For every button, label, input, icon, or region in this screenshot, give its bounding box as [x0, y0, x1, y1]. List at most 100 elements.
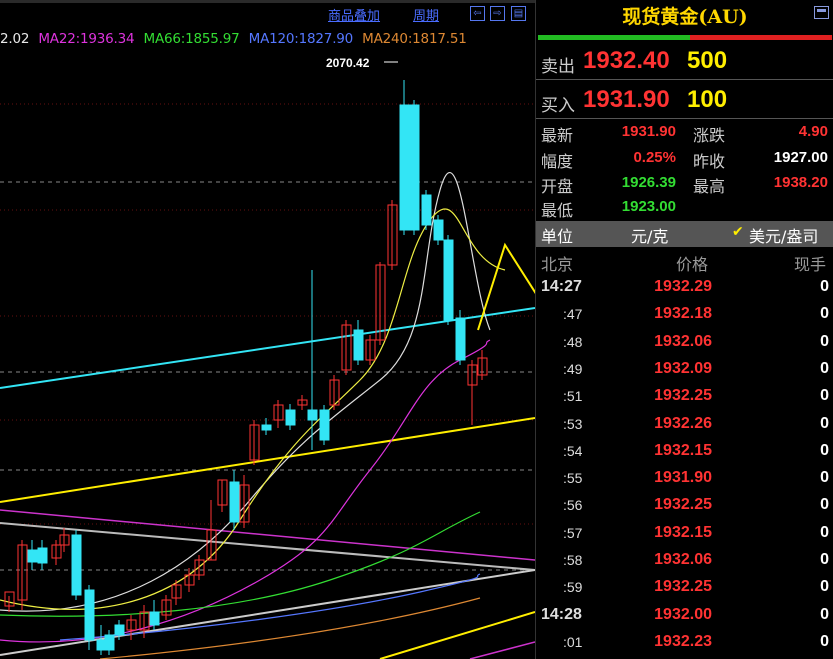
tick-volume: 0	[820, 305, 829, 323]
ma66-value: MA66:1855.97	[143, 31, 240, 47]
tick-volume: 0	[820, 578, 829, 596]
down-candle	[27, 549, 38, 563]
tick-time: 14:28	[541, 605, 582, 623]
sell-price: 1932.40	[583, 47, 670, 74]
ma120-value: MA120:1827.90	[248, 31, 354, 47]
period-link[interactable]: 周期	[413, 5, 439, 24]
down-candle	[104, 634, 115, 651]
buy-strength-bar	[538, 35, 690, 40]
tick-volume: 0	[820, 387, 829, 405]
tick-volume: 0	[820, 605, 829, 623]
overlay-link[interactable]: 商品叠加	[328, 5, 380, 24]
prev-close-label: 昨收	[693, 152, 726, 171]
tick-price: 1932.25	[654, 496, 712, 514]
down-candle	[261, 424, 272, 431]
tick-time: :48	[563, 333, 583, 350]
tick-price: 1932.00	[654, 605, 712, 623]
unit-option-yuan-gram[interactable]: 元/克	[631, 223, 668, 247]
quote-panel: 现货黄金(AU) 卖出 1932.40 500 买入 1931.90 100 最…	[535, 0, 833, 659]
ma240-curve	[99, 597, 481, 659]
down-candle	[37, 547, 48, 564]
down-candle	[229, 481, 240, 523]
tick-row: :55 1931.90 0	[536, 466, 833, 493]
price-chart[interactable]: 2070.42	[0, 0, 535, 659]
buy-price: 1931.90	[583, 86, 670, 113]
unit-selector: 单位 元/克 ✔ 美元/盎司	[536, 221, 833, 247]
down-candle	[149, 611, 160, 626]
change-label: 涨跌	[693, 126, 726, 145]
projection-arrow-path	[477, 242, 535, 331]
tick-row: :54 1932.15 0	[536, 439, 833, 466]
tick-row: 14:28 1932.00 0	[536, 603, 833, 630]
tick-time: :01	[563, 633, 583, 650]
tick-volume: 0	[820, 414, 829, 432]
support-trendline	[0, 417, 535, 503]
tick-time: :56	[563, 497, 583, 514]
sell-row: 卖出 1932.40 500	[536, 42, 833, 80]
tick-price: 1931.90	[654, 469, 712, 487]
layout-button[interactable]: ▤	[511, 6, 526, 21]
tick-volume: 0	[820, 278, 829, 295]
tick-price: 1932.29	[654, 278, 712, 295]
tick-time: :57	[563, 524, 583, 541]
tick-table-header: 北京 价格 现手	[536, 249, 833, 275]
down-candle	[455, 317, 466, 361]
down-candle	[319, 409, 330, 441]
ma5-value: 2.02	[0, 31, 30, 47]
buy-label: 买入	[541, 96, 575, 116]
lower-support-trendline	[379, 611, 535, 659]
tick-volume: 0	[820, 632, 829, 650]
scroll-right-button[interactable]: ⇨	[490, 6, 505, 21]
down-candle	[353, 329, 364, 361]
tick-row: :49 1932.09 0	[536, 357, 833, 384]
ma22-value: MA22:1936.34	[38, 31, 135, 47]
tick-volume: 0	[820, 523, 829, 541]
ma240-value: MA240:1817.51	[362, 31, 467, 47]
tick-time: 14:27	[541, 278, 582, 295]
down-candle	[71, 534, 82, 596]
tick-time: :59	[563, 579, 583, 596]
tick-price: 1932.15	[654, 441, 712, 459]
tick-time: :55	[563, 470, 583, 487]
tick-row: :53 1932.26 0	[536, 412, 833, 439]
tick-price: 1932.09	[654, 359, 712, 377]
latest-value: 1931.90	[621, 123, 676, 140]
minimize-icon[interactable]	[814, 6, 829, 19]
tick-volume: 0	[820, 551, 829, 568]
tick-volume: 0	[820, 441, 829, 459]
tick-price: 1932.25	[654, 578, 712, 596]
down-candle	[421, 194, 432, 226]
latest-label: 最新	[541, 126, 574, 145]
sell-volume: 500	[687, 47, 728, 74]
open-value: 1926.39	[621, 174, 676, 191]
open-label: 开盘	[541, 177, 574, 196]
chart-toolbar: 商品叠加 周期 ⇦ ⇨ ▤	[300, 5, 535, 25]
prev-close-value: 1927.00	[773, 149, 828, 166]
volume-column-header: 现手	[794, 255, 827, 274]
tick-price: 1932.15	[654, 523, 712, 541]
down-candle	[399, 104, 410, 231]
down-candle	[114, 624, 125, 636]
tick-price: 1932.06	[654, 551, 712, 568]
tick-price: 1932.26	[654, 414, 712, 432]
time-column-header: 北京	[541, 255, 574, 274]
tick-row: :48 1932.06 0	[536, 330, 833, 357]
candlestick-chart-area[interactable]: 2070.42 商品叠加 周期 ⇦ ⇨ ▤ 2.02 MA22:1936.34 …	[0, 0, 535, 659]
price-column-header: 价格	[676, 255, 709, 274]
down-candle	[409, 104, 420, 231]
moving-average-legend: 2.02 MA22:1936.34 MA66:1855.97 MA120:182…	[0, 31, 472, 49]
down-candle	[443, 239, 454, 321]
tick-time: :51	[563, 388, 583, 405]
tick-row: :59 1932.25 0	[536, 575, 833, 602]
tick-time: :49	[563, 360, 583, 377]
scroll-left-button[interactable]: ⇦	[470, 6, 485, 21]
down-candle	[433, 219, 444, 241]
tick-price: 1932.18	[654, 305, 712, 323]
sell-strength-bar	[690, 35, 832, 40]
magenta-lower-line	[469, 641, 535, 659]
unit-option-usd-ounce[interactable]: 美元/盎司	[749, 223, 818, 247]
checkmark-icon: ✔	[732, 224, 744, 240]
down-candle	[285, 409, 296, 426]
low-value: 1923.00	[621, 198, 676, 215]
tick-row: :58 1932.06 0	[536, 548, 833, 575]
